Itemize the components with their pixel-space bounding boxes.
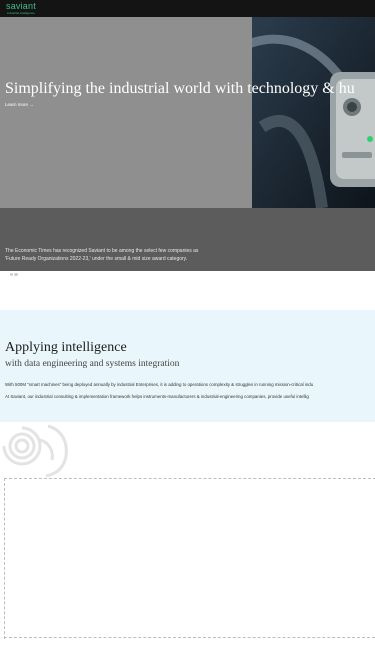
recognition-banner: The Economic Times has recognized Savian… <box>0 208 375 276</box>
carousel-dots <box>5 263 19 276</box>
learn-more-link[interactable]: Learn more → <box>5 102 34 107</box>
hero-machine-image <box>252 17 375 208</box>
saviant-logo-icon[interactable]: saviant industrial intelligence <box>6 2 46 16</box>
carousel-dot-1[interactable] <box>5 272 9 276</box>
recognition-text: The Economic Times has recognized Savian… <box>5 247 265 263</box>
section-title: Applying intelligence <box>5 340 127 355</box>
hero-title: Simplifying the industrial world with te… <box>5 80 355 97</box>
frame-divider <box>4 637 375 638</box>
hero-carousel: Simplifying the industrial world with te… <box>0 17 375 208</box>
hero-image-placeholder <box>0 17 252 208</box>
recognition-line-2: 'Future Ready Organizations 2022-23,' un… <box>5 256 188 262</box>
logo-tagline: industrial intelligence <box>7 11 35 15</box>
carousel-dot-3[interactable] <box>14 272 18 276</box>
industrial-device-illustration <box>252 17 375 208</box>
section-paragraph-2: At Saviant, our industrial consulting & … <box>5 394 309 399</box>
logo-word: saviant <box>6 1 36 11</box>
top-navigation-bar: saviant industrial intelligence <box>0 0 375 17</box>
section-paragraph-1: With 500M "smart machines" being deploye… <box>5 382 314 387</box>
applying-intelligence-section: Applying intelligence with data engineer… <box>0 310 375 422</box>
section-subtitle: with data engineering and systems integr… <box>5 359 180 369</box>
recognition-line-1: The Economic Times has recognized Savian… <box>5 248 199 254</box>
swirl-decoration-icon <box>0 422 72 478</box>
content-frame <box>4 478 375 639</box>
carousel-dot-2[interactable] <box>9 272 13 276</box>
